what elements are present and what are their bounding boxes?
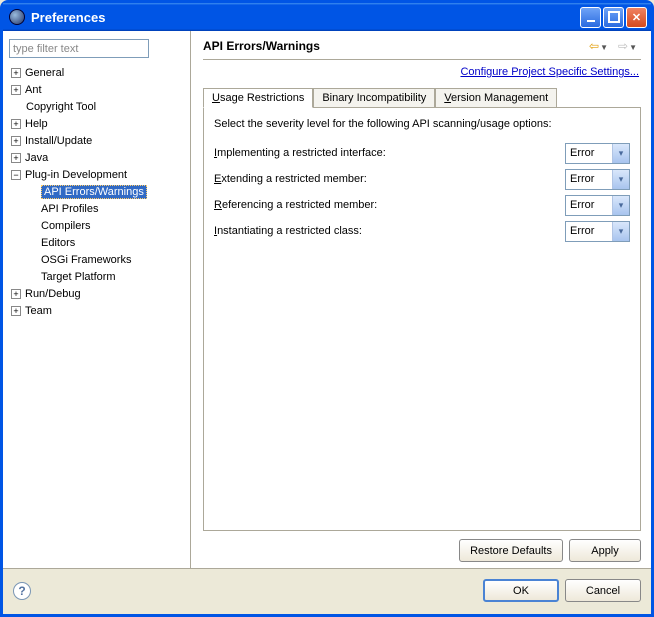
back-button[interactable]: ⇦▼ [589,39,608,53]
tree-item-team[interactable]: +Team [9,302,184,319]
tree-item-target-platform[interactable]: Target Platform [9,268,184,285]
project-settings-link[interactable]: Configure Project Specific Settings... [203,66,639,78]
option-instantiating: Instantiating a restricted class: Error … [214,218,630,244]
severity-select-instantiating[interactable]: Error ▾ [565,221,630,242]
chevron-down-icon: ▼ [600,43,608,52]
option-label: Referencing a restricted member: [214,199,565,211]
main-header: API Errors/Warnings ⇦▼ ⇨▼ [203,39,641,60]
window-title: Preferences [31,10,580,25]
tab-panel-usage: Select the severity level for the follow… [203,108,641,531]
restore-defaults-button[interactable]: Restore Defaults [459,539,563,562]
tree-item-ant[interactable]: +Ant [9,81,184,98]
tree-item-compilers[interactable]: Compilers [9,217,184,234]
main-panel: API Errors/Warnings ⇦▼ ⇨▼ Configure Proj… [191,31,651,568]
tree-item-plugin-dev[interactable]: −Plug-in Development [9,166,184,183]
option-implementing: Implementing a restricted interface: Err… [214,140,630,166]
severity-select-referencing[interactable]: Error ▾ [565,195,630,216]
tree-item-copyright-tool[interactable]: Copyright Tool [9,98,184,115]
filter-input[interactable] [9,39,149,58]
tree-item-general[interactable]: +General [9,64,184,81]
option-extending: Extending a restricted member: Error ▾ [214,166,630,192]
apply-button[interactable]: Apply [569,539,641,562]
option-referencing: Referencing a restricted member: Error ▾ [214,192,630,218]
intro-text: Select the severity level for the follow… [214,118,630,130]
forward-arrow-icon: ⇨ [618,39,628,53]
preferences-tree: +General +Ant Copyright Tool +Help +Inst… [9,64,184,319]
chevron-down-icon: ▼ [629,43,637,52]
chevron-down-icon: ▾ [612,170,629,189]
maximize-button[interactable] [603,7,624,28]
minimize-button[interactable] [580,7,601,28]
severity-select-extending[interactable]: Error ▾ [565,169,630,190]
tree-item-java[interactable]: +Java [9,149,184,166]
severity-select-implementing[interactable]: Error ▾ [565,143,630,164]
app-icon [9,9,25,25]
ok-button[interactable]: OK [483,579,559,602]
tree-item-osgi-frameworks[interactable]: OSGi Frameworks [9,251,184,268]
chevron-down-icon: ▾ [612,144,629,163]
tree-item-api-profiles[interactable]: API Profiles [9,200,184,217]
tree-item-api-errors-warnings[interactable]: API Errors/Warnings [9,183,184,200]
close-button[interactable] [626,7,647,28]
tab-usage-restrictions[interactable]: Usage Restrictions [203,88,313,108]
tree-item-install-update[interactable]: +Install/Update [9,132,184,149]
option-label: Extending a restricted member: [214,173,565,185]
tab-binary-incompatibility[interactable]: Binary Incompatibility [313,88,435,107]
page-title: API Errors/Warnings [203,39,589,53]
sidebar: +General +Ant Copyright Tool +Help +Inst… [3,31,191,568]
tab-version-management[interactable]: Version Management [435,88,557,107]
tree-item-editors[interactable]: Editors [9,234,184,251]
tree-item-help[interactable]: +Help [9,115,184,132]
tabs: Usage Restrictions Binary Incompatibilit… [203,88,641,108]
window-buttons [580,7,647,28]
tree-item-run-debug[interactable]: +Run/Debug [9,285,184,302]
option-label: Instantiating a restricted class: [214,225,565,237]
help-icon[interactable]: ? [13,582,31,600]
chevron-down-icon: ▾ [612,222,629,241]
option-label: Implementing a restricted interface: [214,147,565,159]
forward-button[interactable]: ⇨▼ [618,39,637,53]
dialog-footer: ? OK Cancel [3,568,651,612]
back-arrow-icon: ⇦ [589,39,599,53]
cancel-button[interactable]: Cancel [565,579,641,602]
titlebar[interactable]: Preferences [3,3,651,31]
chevron-down-icon: ▾ [612,196,629,215]
